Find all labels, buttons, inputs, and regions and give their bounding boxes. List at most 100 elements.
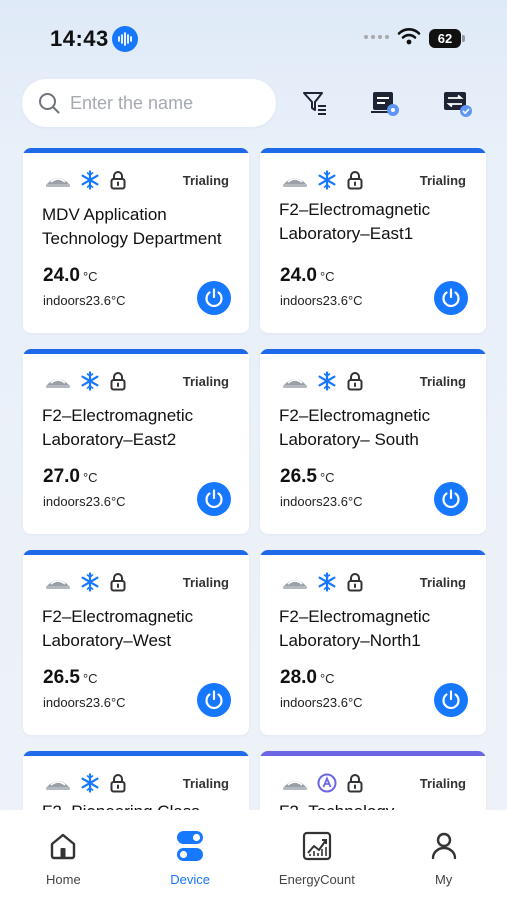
batch-control-icon[interactable] <box>441 87 473 119</box>
temp-value: 26.5 <box>43 667 80 688</box>
home-icon <box>46 829 80 863</box>
device-card[interactable]: Trialing F2–Electromagnetic Laboratory–E… <box>23 349 249 534</box>
temp-value: 27.0 <box>43 466 80 487</box>
indoor-temperature: indoors23.6°C <box>280 293 363 308</box>
device-toggle-icon <box>173 829 207 863</box>
trial-status: Trialing <box>419 173 466 188</box>
power-button[interactable] <box>434 482 468 516</box>
power-button[interactable] <box>434 281 468 315</box>
lock-icon <box>107 169 129 191</box>
nav-home[interactable]: Home <box>0 810 127 900</box>
snowflake-icon <box>79 169 101 191</box>
temp-value: 28.0 <box>280 667 317 688</box>
air-conditioner-icon <box>280 370 310 392</box>
card-top-bar <box>23 349 249 354</box>
snowflake-icon <box>79 370 101 392</box>
search-input[interactable] <box>70 92 260 114</box>
air-conditioner-icon <box>43 772 73 794</box>
trial-status: Trialing <box>182 173 229 188</box>
lock-icon <box>344 370 366 392</box>
temp-unit: °C <box>82 671 98 686</box>
device-name: F2–Electromagnetic Laboratory–North1 <box>279 607 431 650</box>
battery-indicator: 62 <box>429 29 461 48</box>
set-temperature: 24.0 °C <box>280 265 335 287</box>
trial-status: Trialing <box>419 776 466 791</box>
card-icons <box>43 571 129 593</box>
trial-status: Trialing <box>419 374 466 389</box>
device-name: F2–Electromagnetic Laboratory–West <box>42 607 194 650</box>
indoor-temperature: indoors23.6°C <box>280 695 363 710</box>
temp-unit: °C <box>82 470 98 485</box>
card-top-bar <box>23 751 249 756</box>
chart-icon <box>300 829 334 863</box>
nav-home-label: Home <box>46 872 81 887</box>
device-grid: Trialing MDV Application Technology Depa… <box>0 148 507 810</box>
filter-icon[interactable] <box>299 87 331 119</box>
power-button[interactable] <box>197 482 231 516</box>
indoor-temperature: indoors23.6°C <box>43 494 126 509</box>
nav-energy-count[interactable]: EnergyCount <box>254 810 381 900</box>
card-icons <box>43 169 129 191</box>
temp-value: 26.5 <box>280 466 317 487</box>
battery-tip <box>462 35 465 42</box>
device-card[interactable]: Trialing MDV Application Technology Depa… <box>23 148 249 333</box>
search-box[interactable] <box>22 79 276 127</box>
air-conditioner-icon <box>43 370 73 392</box>
snowflake-icon <box>79 571 101 593</box>
indoor-temperature: indoors23.6°C <box>280 494 363 509</box>
snowflake-icon <box>79 772 101 794</box>
device-card[interactable]: Trialing F2–Pioneering Class <box>23 751 249 810</box>
card-top-bar <box>260 148 486 153</box>
set-temperature: 26.5 °C <box>280 466 335 488</box>
nav-device[interactable]: Device <box>127 810 254 900</box>
set-temperature: 27.0 °C <box>43 466 98 488</box>
device-name: F2–Pioneering Class <box>42 800 242 810</box>
nav-energy-label: EnergyCount <box>278 872 355 887</box>
power-button[interactable] <box>197 683 231 717</box>
status-bar: 14:43 62 <box>0 0 507 74</box>
temp-value: 24.0 <box>280 265 317 286</box>
air-conditioner-icon <box>43 571 73 593</box>
snowflake-icon <box>316 370 338 392</box>
device-card[interactable]: Trialing F2–Electromagnetic Laboratory–W… <box>23 550 249 735</box>
lock-icon <box>107 370 129 392</box>
card-top-bar <box>23 148 249 153</box>
device-name: F2–Technology <box>279 800 479 810</box>
indoor-temperature: indoors23.6°C <box>43 293 126 308</box>
power-button[interactable] <box>434 683 468 717</box>
temp-unit: °C <box>82 269 98 284</box>
cellular-signal-icon <box>364 35 389 39</box>
power-button[interactable] <box>197 281 231 315</box>
card-icons <box>280 370 366 392</box>
set-temperature: 28.0 °C <box>280 667 335 689</box>
device-card[interactable]: Trialing F2–Electromagnetic Laboratory–E… <box>260 148 486 333</box>
indoor-temperature: indoors23.6°C <box>43 695 126 710</box>
nav-my[interactable]: My <box>380 810 507 900</box>
temp-unit: °C <box>319 671 335 686</box>
nav-device-label: Device <box>170 872 210 887</box>
bottom-nav: Home Device EnergyCount My <box>0 810 507 900</box>
snowflake-icon <box>316 169 338 191</box>
device-card[interactable]: Trialing F2–Electromagnetic Laboratory–N… <box>260 550 486 735</box>
search-icon <box>36 90 62 116</box>
device-card[interactable]: Trialing F2–Technology <box>260 751 486 810</box>
lock-icon <box>107 571 129 593</box>
card-icons <box>43 772 129 794</box>
card-icons <box>280 571 366 593</box>
air-conditioner-icon <box>280 772 310 794</box>
device-name: F2–Electromagnetic Laboratory– South <box>279 406 431 449</box>
air-conditioner-icon <box>280 571 310 593</box>
temp-value: 24.0 <box>43 265 80 286</box>
device-card[interactable]: Trialing F2–Electromagnetic Laboratory– … <box>260 349 486 534</box>
device-name: MDV Application Technology Department <box>42 205 222 248</box>
trial-status: Trialing <box>182 776 229 791</box>
lock-icon <box>344 772 366 794</box>
device-settings-icon[interactable] <box>369 87 401 119</box>
card-top-bar <box>260 550 486 555</box>
set-temperature: 24.0 °C <box>43 265 98 287</box>
snowflake-icon <box>316 571 338 593</box>
temp-unit: °C <box>319 470 335 485</box>
clock: 14:43 <box>50 26 109 51</box>
air-conditioner-icon <box>43 169 73 191</box>
card-icons <box>280 169 366 191</box>
